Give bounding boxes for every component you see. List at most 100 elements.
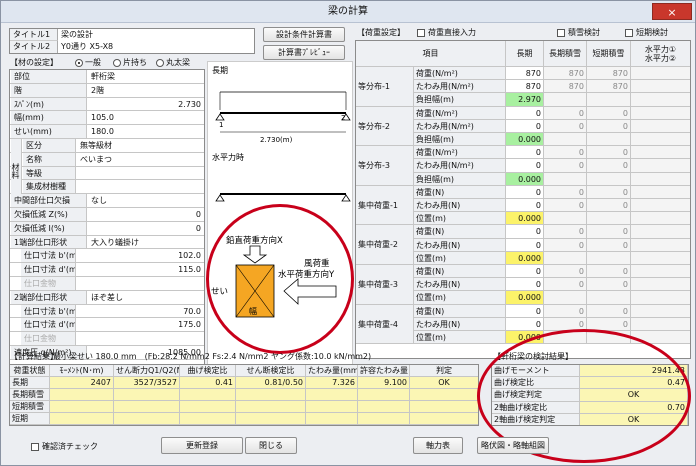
- load-value-horizontal[interactable]: [631, 212, 690, 226]
- load-value-long[interactable]: 0: [506, 106, 544, 120]
- type-radio-general[interactable]: 一般: [75, 58, 101, 68]
- load-value-long-snow[interactable]: 870: [544, 80, 587, 94]
- load-value-short-snow[interactable]: 870: [587, 67, 631, 81]
- load-value-long-snow[interactable]: 0: [544, 185, 587, 199]
- load-value-short-snow[interactable]: 0: [587, 304, 631, 318]
- load-value-long[interactable]: 0: [506, 317, 544, 331]
- short-term-check-checkbox[interactable]: 短期検討: [625, 28, 668, 38]
- diagram-button[interactable]: 略伏図・略軸組図: [477, 437, 549, 454]
- close-window-button[interactable]: ×: [652, 3, 692, 20]
- load-value-long[interactable]: 0: [506, 278, 544, 292]
- load-value-horizontal[interactable]: [631, 159, 690, 173]
- preview-button[interactable]: 計算書ﾌﾟﾚﾋﾞｭｰ: [263, 45, 345, 60]
- load-value-short-snow[interactable]: 0: [587, 119, 631, 133]
- load-value-long[interactable]: 0: [506, 265, 544, 279]
- load-value-horizontal[interactable]: [631, 238, 690, 252]
- load-value-long-snow[interactable]: 0: [544, 159, 587, 173]
- property-value[interactable]: 2階: [88, 83, 204, 97]
- load-value-long[interactable]: 0.000: [506, 251, 544, 265]
- load-value-short-snow[interactable]: 0: [587, 265, 631, 279]
- property-value[interactable]: 軒桁梁: [88, 70, 204, 83]
- load-value-horizontal[interactable]: [631, 199, 690, 213]
- load-value-short-snow[interactable]: 0: [587, 185, 631, 199]
- load-value-long-snow[interactable]: 870: [544, 67, 587, 81]
- load-value-horizontal[interactable]: [631, 265, 690, 279]
- property-value[interactable]: [77, 166, 204, 180]
- confirmed-check-checkbox[interactable]: 確認済チェック: [31, 441, 98, 453]
- load-value-long[interactable]: 0: [506, 119, 544, 133]
- property-value[interactable]: 2.730: [88, 97, 204, 111]
- property-value[interactable]: 0: [88, 208, 204, 221]
- load-value-horizontal[interactable]: [631, 304, 690, 318]
- property-value[interactable]: 115.0: [77, 263, 204, 276]
- property-value[interactable]: 180.0: [88, 125, 204, 138]
- type-radio-log-beam[interactable]: 丸太梁: [156, 58, 190, 68]
- load-value-long[interactable]: 0: [506, 199, 544, 213]
- property-value[interactable]: 0: [88, 221, 204, 235]
- title2-input[interactable]: Y0通り X5-X8: [61, 41, 251, 53]
- load-value-horizontal[interactable]: [631, 172, 690, 186]
- load-value-long-snow[interactable]: [544, 251, 587, 265]
- load-value-long-snow[interactable]: 0: [544, 106, 587, 120]
- load-value-short-snow[interactable]: [587, 172, 631, 186]
- snow-check-checkbox[interactable]: 積雪検討: [557, 28, 600, 38]
- load-value-short-snow[interactable]: [587, 93, 631, 107]
- load-value-long-snow[interactable]: [544, 172, 587, 186]
- load-value-short-snow[interactable]: 0: [587, 238, 631, 252]
- load-value-long[interactable]: 0: [506, 304, 544, 318]
- load-value-horizontal[interactable]: [631, 225, 690, 239]
- load-value-long[interactable]: 870: [506, 80, 544, 94]
- property-value[interactable]: 102.0: [77, 249, 204, 263]
- load-value-long-snow[interactable]: 0: [544, 265, 587, 279]
- load-value-long-snow[interactable]: 0: [544, 119, 587, 133]
- load-value-long[interactable]: 0.000: [506, 212, 544, 226]
- design-conditions-button[interactable]: 設計条件計算書: [263, 27, 345, 42]
- load-value-horizontal[interactable]: [631, 133, 690, 147]
- load-value-horizontal[interactable]: [631, 93, 690, 107]
- load-value-long-snow[interactable]: 0: [544, 304, 587, 318]
- load-value-long[interactable]: 0.000: [506, 291, 544, 305]
- load-value-horizontal[interactable]: [631, 119, 690, 133]
- load-value-horizontal[interactable]: [631, 278, 690, 292]
- load-value-horizontal[interactable]: [631, 106, 690, 120]
- load-value-long-snow[interactable]: 0: [544, 278, 587, 292]
- property-value[interactable]: ほぞ差し: [88, 290, 204, 304]
- load-value-short-snow[interactable]: 0: [587, 146, 631, 160]
- load-value-short-snow[interactable]: 0: [587, 225, 631, 239]
- load-value-long-snow[interactable]: [544, 93, 587, 107]
- load-value-short-snow[interactable]: 0: [587, 106, 631, 120]
- load-value-short-snow[interactable]: [587, 251, 631, 265]
- load-value-horizontal[interactable]: [631, 317, 690, 331]
- load-value-horizontal[interactable]: [631, 251, 690, 265]
- load-value-horizontal[interactable]: [631, 185, 690, 199]
- property-value[interactable]: [77, 180, 204, 194]
- property-value[interactable]: 105.0: [88, 111, 204, 125]
- load-value-long-snow[interactable]: 0: [544, 199, 587, 213]
- property-value[interactable]: 70.0: [77, 304, 204, 318]
- direct-load-input-checkbox[interactable]: 荷重直接入力: [417, 28, 476, 38]
- load-value-short-snow[interactable]: 0: [587, 199, 631, 213]
- load-value-long-snow[interactable]: 0: [544, 238, 587, 252]
- load-value-long-snow[interactable]: [544, 133, 587, 147]
- load-value-short-snow[interactable]: [587, 291, 631, 305]
- load-value-long-snow[interactable]: 0: [544, 146, 587, 160]
- type-radio-cantilever[interactable]: 片持ち: [113, 58, 147, 68]
- property-value[interactable]: 175.0: [77, 318, 204, 332]
- load-value-horizontal[interactable]: [631, 291, 690, 305]
- load-value-horizontal[interactable]: [631, 67, 690, 81]
- property-value[interactable]: 大入り蟻掛け: [88, 235, 204, 249]
- load-value-long[interactable]: 0: [506, 159, 544, 173]
- load-value-long-snow[interactable]: [544, 291, 587, 305]
- property-value[interactable]: べいまつ: [77, 152, 204, 166]
- load-value-short-snow[interactable]: [587, 133, 631, 147]
- title1-input[interactable]: 梁の設計: [61, 29, 251, 41]
- load-value-horizontal[interactable]: [631, 146, 690, 160]
- load-value-long[interactable]: 0.000: [506, 133, 544, 147]
- close-button[interactable]: 閉じる: [245, 437, 297, 454]
- load-value-long[interactable]: 0.000: [506, 172, 544, 186]
- load-value-short-snow[interactable]: 0: [587, 159, 631, 173]
- load-value-short-snow[interactable]: 870: [587, 80, 631, 94]
- load-value-long[interactable]: 0: [506, 146, 544, 160]
- load-value-short-snow[interactable]: [587, 212, 631, 226]
- update-register-button[interactable]: 更新登録: [161, 437, 243, 454]
